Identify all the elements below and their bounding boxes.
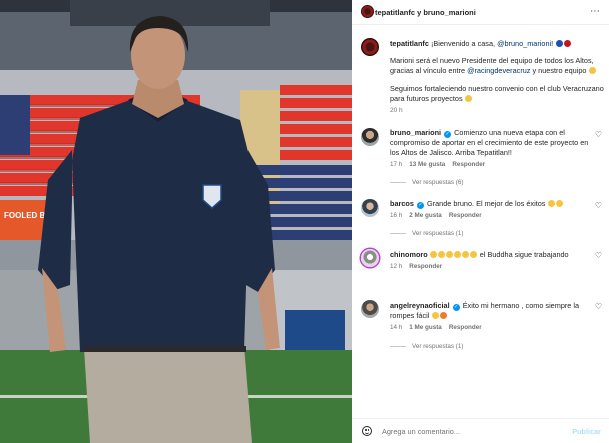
verified-badge-icon: ✓ <box>416 202 424 209</box>
comment-line: bruno_marioni ✓ Comienzo una nueva etapa… <box>390 128 565 138</box>
clap-emoji-icon <box>547 200 555 207</box>
comment-username[interactable]: chinomoro <box>390 250 428 259</box>
more-options-icon[interactable]: ⋯ <box>590 6 601 17</box>
clap-emoji-icon <box>470 251 478 258</box>
caption-line-4: Seguimos fortaleciendo nuestro convenio … <box>390 84 604 93</box>
comment-line: compromiso de aportar en el crecimiento … <box>390 138 589 147</box>
like-heart-icon[interactable]: ♡ <box>595 302 602 311</box>
comment-time[interactable]: 17 h <box>390 161 402 168</box>
comment-line: los Altos de Jalisco. Arriba Tepatitlan!… <box>390 148 512 157</box>
comment-likes[interactable]: 2 Me gusta <box>409 212 442 219</box>
comment-text: Comienzo una nueva etapa con el <box>454 128 565 137</box>
reply-button[interactable]: Responder <box>452 161 485 168</box>
fire-emoji-icon <box>439 312 447 319</box>
emoji-picker-icon[interactable] <box>362 426 372 436</box>
praying-emoji-icon <box>430 251 438 258</box>
comment-likes[interactable]: 13 Me gusta <box>409 161 445 168</box>
post-photo[interactable]: FOOLED BE <box>0 0 352 443</box>
comment-meta: 17 h 13 Me gusta Responder <box>390 161 492 168</box>
author-avatar[interactable] <box>361 5 374 18</box>
comment-avatar[interactable] <box>361 300 379 318</box>
verified-badge-icon: ✓ <box>452 304 460 311</box>
clap-emoji-icon <box>446 251 454 258</box>
comment-line: rompes fácil <box>390 311 447 321</box>
like-heart-icon[interactable]: ♡ <box>595 201 602 210</box>
comment-likes[interactable]: 1 Me gusta <box>409 324 442 331</box>
caption-text: gracias al vínculo entre <box>390 66 468 75</box>
view-replies-button[interactable]: Ver respuestas (1) <box>390 343 463 350</box>
post-sidebar: tepatitlanfc y bruno_marioni ⋯ tepatitla… <box>352 0 609 443</box>
comment-line: chinomoro el Buddha sigue trabajando <box>390 250 569 260</box>
comment-text: el Buddha sigue trabajando <box>479 250 569 259</box>
verified-badge-icon: ✓ <box>444 131 452 138</box>
comment-time[interactable]: 12 h <box>390 263 402 270</box>
comment-text: Éxito mi hermano , como siempre la <box>462 301 580 310</box>
comment-avatar[interactable] <box>361 199 379 217</box>
clap-emoji-icon <box>555 200 563 207</box>
view-replies-label: Ver respuestas (1) <box>412 230 464 237</box>
clap-emoji-icon <box>438 251 446 258</box>
header-username[interactable]: tepatitlanfc y bruno_marioni <box>375 8 476 17</box>
praying-emoji-icon <box>431 312 439 319</box>
comment-composer: Publicar <box>352 418 609 443</box>
caption-text: para futuros proyectos <box>390 94 463 103</box>
caption-username[interactable]: tepatitlanfc <box>390 39 429 48</box>
publish-button[interactable]: Publicar <box>572 427 601 436</box>
comment-input[interactable] <box>382 424 562 438</box>
comment-meta: 12 h Responder <box>390 263 449 270</box>
post-header: tepatitlanfc y bruno_marioni ⋯ <box>352 0 609 25</box>
comment-avatar[interactable] <box>361 128 379 146</box>
mention-link[interactable]: @bruno_marioni <box>497 39 551 48</box>
caption-avatar[interactable] <box>361 38 379 56</box>
like-heart-icon[interactable]: ♡ <box>595 130 602 139</box>
caption-line-2: Marioni será el nuevo Presidente del equ… <box>390 56 594 65</box>
stadium-photo: FOOLED BE <box>0 0 352 443</box>
grin-emoji-icon <box>465 95 473 102</box>
caption-line-3: gracias al vínculo entre @racingdeveracr… <box>390 66 596 76</box>
handshake-icon <box>588 67 596 74</box>
caption-text: y nuestro equipo <box>530 66 587 75</box>
comment-meta: 16 h 2 Me gusta Responder <box>390 212 489 219</box>
comment-text: Grande bruno. El mejor de los éxitos <box>427 199 546 208</box>
like-heart-icon[interactable]: ♡ <box>595 251 602 260</box>
caption-text: ! <box>551 39 554 48</box>
comment-avatar[interactable] <box>361 249 379 267</box>
view-replies-label: Ver respuestas (1) <box>412 343 464 350</box>
comment-line: barcos ✓ Grande bruno. El mejor de los é… <box>390 199 563 209</box>
comment-username[interactable]: angelreynaoficial <box>390 301 450 310</box>
blue-circle-icon <box>556 40 564 47</box>
caption-time[interactable]: 20 h <box>390 107 403 114</box>
clap-emoji-icon <box>454 251 462 258</box>
reply-button[interactable]: Responder <box>409 263 442 270</box>
caption-line-1: tepatitlanfc ¡Bienvenido a casa, @bruno_… <box>390 39 572 49</box>
comment-username[interactable]: bruno_marioni <box>390 128 441 137</box>
reply-button[interactable]: Responder <box>449 212 482 219</box>
clap-emoji-icon <box>462 251 470 258</box>
comment-username[interactable]: barcos <box>390 199 414 208</box>
caption-line-5: para futuros proyectos <box>390 94 473 104</box>
comment-time[interactable]: 16 h <box>390 212 402 219</box>
comment-meta: 14 h 1 Me gusta Responder <box>390 324 489 331</box>
reply-button[interactable]: Responder <box>449 324 482 331</box>
comment-text: rompes fácil <box>390 311 430 320</box>
view-replies-button[interactable]: Ver respuestas (1) <box>390 230 463 237</box>
red-circle-icon <box>564 40 572 47</box>
view-replies-label: Ver respuestas (6) <box>412 179 464 186</box>
view-replies-button[interactable]: Ver respuestas (6) <box>390 179 463 186</box>
comment-time[interactable]: 14 h <box>390 324 402 331</box>
comment-line: angelreynaoficial ✓ Éxito mi hermano , c… <box>390 301 579 311</box>
mention-link[interactable]: @racingdeveracruz <box>467 66 530 75</box>
caption-text: ¡Bienvenido a casa, <box>430 39 498 48</box>
